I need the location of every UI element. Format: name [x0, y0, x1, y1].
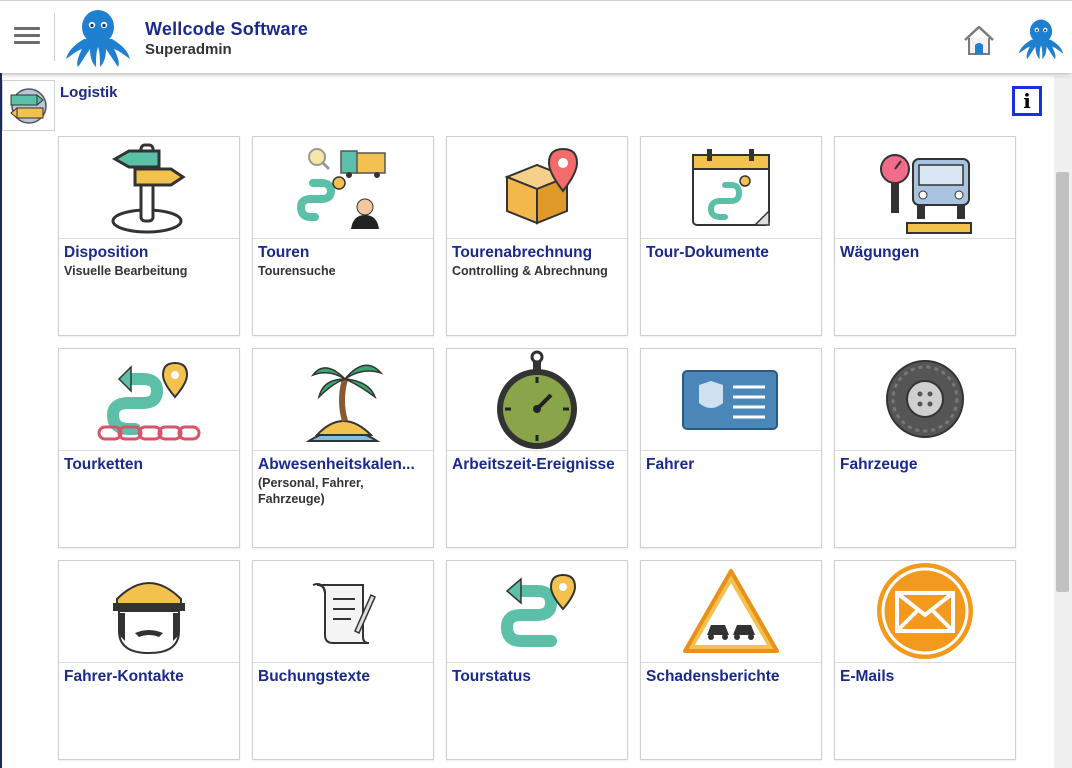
user-role: Superadmin: [145, 41, 232, 58]
user-avatar[interactable]: [1016, 15, 1066, 63]
truck-route-icon: [253, 137, 433, 239]
tile-abwesenheitskalender[interactable]: Abwesenheitskalen... (Personal, Fahrer, …: [252, 348, 434, 548]
palm-island-icon: [253, 349, 433, 451]
tile-e-mails[interactable]: E-Mails: [834, 560, 1016, 760]
tile-tourstatus[interactable]: Tourstatus: [446, 560, 628, 760]
tile-subtitle: (Personal, Fahrer, Fahrzeuge): [258, 476, 364, 506]
module-icon: [2, 80, 55, 131]
tile-title: E-Mails: [840, 668, 895, 685]
accident-warning-icon: [641, 561, 821, 663]
tile-title: Fahrzeuge: [840, 456, 918, 473]
tile-fahrzeuge[interactable]: Fahrzeuge: [834, 348, 1016, 548]
tile-subtitle: Controlling & Abrechnung: [452, 264, 608, 278]
tile-subtitle: Visuelle Bearbeitung: [64, 264, 188, 278]
tile-fahrer[interactable]: Fahrer: [640, 348, 822, 548]
truck-scale-icon: [835, 137, 1015, 239]
calendar-route-icon: [641, 137, 821, 239]
tire-icon: [835, 349, 1015, 451]
company-name: Wellcode Software: [145, 19, 309, 39]
tile-title: Tour-Dokumente: [646, 244, 769, 261]
app-header: Wellcode Software Superadmin: [0, 0, 1072, 73]
tile-title: Schadensberichte: [646, 668, 780, 685]
tile-title: Tourstatus: [452, 668, 531, 685]
tile-title: Tourenabrechnung: [452, 244, 593, 261]
tile-arbeitszeit-ereignisse[interactable]: Arbeitszeit-Ereignisse: [446, 348, 628, 548]
tile-subtitle: Tourensuche: [258, 264, 336, 278]
scrollbar-thumb[interactable]: [1056, 172, 1069, 592]
tile-title: Buchungstexte: [258, 668, 370, 685]
tile-title: Disposition: [64, 244, 149, 261]
tile-title: Touren: [258, 244, 310, 261]
info-icon[interactable]: i: [1012, 86, 1042, 116]
tile-title: Fahrer: [646, 456, 695, 473]
tile-title: Tourketten: [64, 456, 143, 473]
scroll-document-icon: [253, 561, 433, 663]
tile-tour-dokumente[interactable]: Tour-Dokumente: [640, 136, 822, 336]
tile-fahrer-kontakte[interactable]: Fahrer-Kontakte: [58, 560, 240, 760]
header-divider: [54, 13, 55, 61]
tile-tourenabrechnung[interactable]: Tourenabrechnung Controlling & Abrechnun…: [446, 136, 628, 336]
tile-waegungen[interactable]: Wägungen: [834, 136, 1016, 336]
tile-tourketten[interactable]: Tourketten: [58, 348, 240, 548]
tile-title: Fahrer-Kontakte: [64, 668, 184, 685]
octopus-logo: [66, 10, 130, 67]
tile-title: Abwesenheitskalen...: [258, 456, 415, 473]
route-pin-icon: [447, 561, 627, 663]
home-icon[interactable]: [962, 23, 996, 57]
tile-title: Wägungen: [840, 244, 920, 261]
driver-cap-icon: [59, 561, 239, 663]
tile-buchungstexte[interactable]: Buchungstexte: [252, 560, 434, 760]
envelope-icon: [835, 561, 1015, 663]
signpost-icon: [59, 137, 239, 239]
hamburger-menu-icon[interactable]: [14, 27, 40, 47]
tile-schadensberichte[interactable]: Schadensberichte: [640, 560, 822, 760]
package-location-icon: [447, 137, 627, 239]
route-chain-icon: [59, 349, 239, 451]
tile-disposition[interactable]: Disposition Visuelle Bearbeitung: [58, 136, 240, 336]
module-title: Logistik: [60, 84, 118, 101]
stopwatch-icon: [447, 349, 627, 451]
tile-title: Arbeitszeit-Ereignisse: [452, 456, 615, 473]
id-card-icon: [641, 349, 821, 451]
tile-touren[interactable]: Touren Tourensuche: [252, 136, 434, 336]
